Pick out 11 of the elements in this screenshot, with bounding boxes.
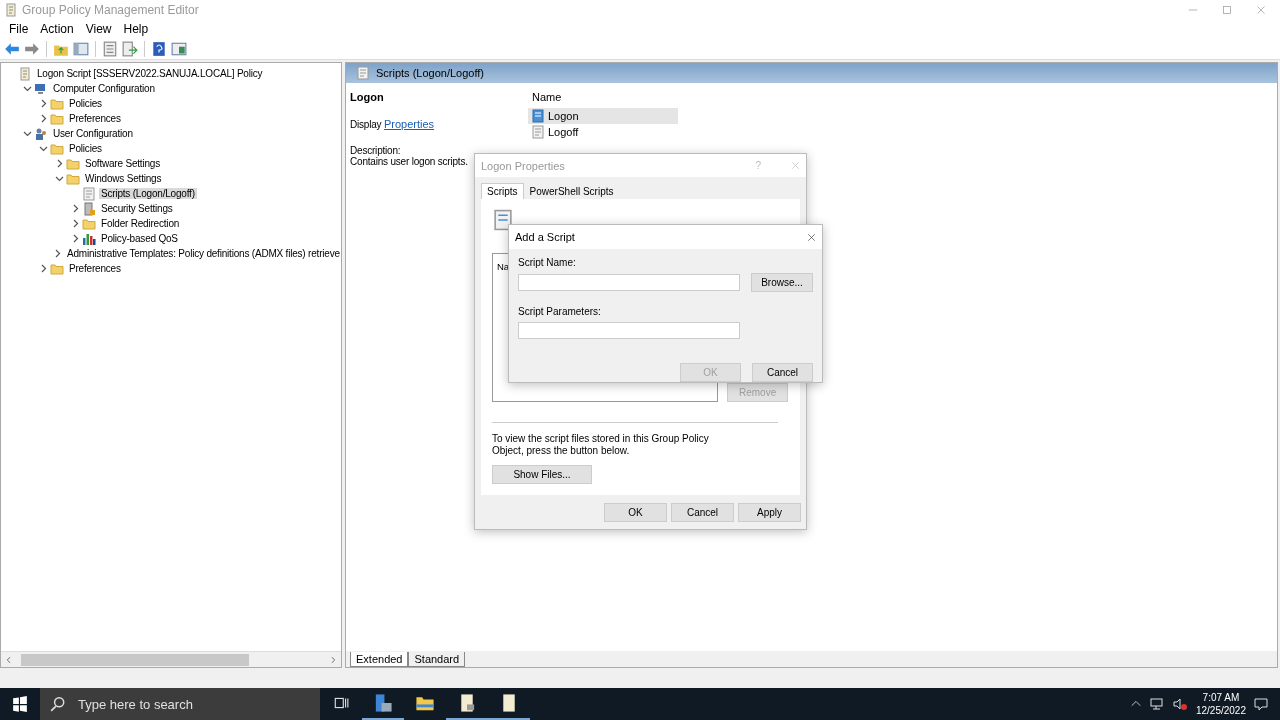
info-text: To view the script files stored in this Group Policy Object, press the button below.: [492, 433, 710, 457]
field-label: Script Name:: [518, 257, 577, 268]
section-heading: Logon: [350, 91, 385, 103]
display-label: Display: [350, 119, 383, 130]
field-label: Script Parameters:: [518, 306, 602, 317]
dialog-title: Add a Script: [515, 231, 576, 243]
pane-title: Scripts (Logon/Logoff): [376, 67, 485, 79]
window-title: Group Policy Management Editor: [22, 3, 200, 17]
description-text: Contains user logon scripts.: [350, 156, 468, 167]
description-label: Description:: [350, 145, 401, 156]
dialog-title: Logon Properties: [481, 159, 566, 172]
